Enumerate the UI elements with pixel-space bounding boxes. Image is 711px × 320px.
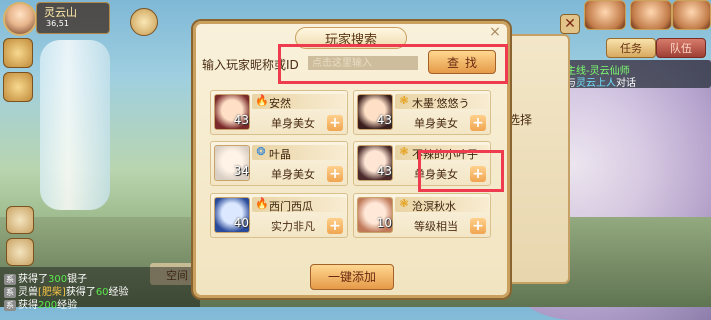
player-card[interactable]: 40 🔥 西门西瓜实力非凡 +: [210, 193, 348, 238]
chat-line: 系获得200经验: [4, 300, 78, 311]
player-name: 不辣的小叶子: [412, 148, 478, 161]
water-icon: ❂: [256, 145, 266, 158]
wind-icon: ❃: [399, 94, 409, 107]
player-name: 沧溟秋水: [412, 200, 456, 213]
player-level: 40: [233, 216, 249, 230]
wind-icon: ❃: [399, 197, 409, 210]
player-level: 43: [233, 113, 249, 127]
add-all-button[interactable]: 一键添加: [310, 264, 394, 290]
player-name: 木墨′悠悠う: [412, 97, 470, 110]
add-friend-button[interactable]: +: [327, 166, 343, 182]
player-name: 安然: [269, 97, 291, 110]
player-tag: 单身美女: [271, 117, 315, 130]
tab-team[interactable]: 队伍: [656, 38, 706, 58]
close-icon[interactable]: ×: [488, 25, 502, 39]
player-name: 西门西瓜: [269, 200, 313, 213]
pet-portrait[interactable]: [584, 0, 626, 30]
add-friend-button[interactable]: +: [470, 115, 486, 131]
search-button[interactable]: 查找: [428, 50, 496, 74]
add-friend-button[interactable]: +: [327, 218, 343, 234]
location-name: 灵云山: [44, 6, 77, 19]
player-tag: 单身美女: [414, 168, 458, 181]
gift-icon[interactable]: [130, 8, 158, 36]
search-input[interactable]: [308, 56, 418, 70]
pet-icon[interactable]: [3, 38, 33, 68]
chat-bubble-icon[interactable]: [6, 238, 34, 266]
fire-icon: 🔥: [255, 94, 269, 107]
player-avatar[interactable]: [3, 2, 37, 36]
quest-objective[interactable]: 与灵云上人对话: [566, 74, 636, 89]
player-level: 34: [233, 164, 249, 178]
buff-icon[interactable]: [3, 72, 33, 102]
player-card[interactable]: 43 ❃ 木墨′悠悠う 单身美女 +: [353, 90, 491, 135]
player-tag: 等级相当: [414, 220, 458, 233]
player-card[interactable]: 34 ❂ 叶晶单身美女 +: [210, 141, 348, 186]
player-card[interactable]: 43 ❃ 不辣的小叶子 单身美女 +: [353, 141, 491, 186]
player-level: 10: [376, 216, 392, 230]
player-card[interactable]: 10 ❃ 沧溟秋水等级相当 +: [353, 193, 491, 238]
wind-icon: ❃: [399, 145, 409, 158]
background-dialog-text: 选择: [508, 113, 533, 127]
add-friend-button[interactable]: +: [470, 166, 486, 182]
leader-portrait[interactable]: [672, 0, 711, 30]
companion-portrait[interactable]: [630, 0, 672, 30]
fire-icon: 🔥: [255, 197, 269, 210]
player-card[interactable]: 43 🔥 安然单身美女 +: [210, 90, 348, 135]
player-tag: 实力非凡: [271, 220, 315, 233]
tab-task[interactable]: 任务: [606, 38, 656, 58]
player-name: 叶晶: [269, 148, 291, 161]
player-tag: 单身美女: [414, 117, 458, 130]
exit-icon[interactable]: ✕: [560, 14, 580, 34]
add-friend-button[interactable]: +: [470, 218, 486, 234]
player-tag: 单身美女: [271, 168, 315, 181]
add-friend-button[interactable]: +: [327, 115, 343, 131]
player-level: 43: [376, 164, 392, 178]
friends-icon[interactable]: [6, 206, 34, 234]
player-level: 43: [376, 113, 392, 127]
location-coords: 36,51: [46, 19, 69, 28]
search-label: 输入玩家昵称或ID: [202, 58, 299, 72]
dialog-title: 玩家搜索: [324, 33, 377, 48]
scene-waterfall: [40, 40, 110, 210]
